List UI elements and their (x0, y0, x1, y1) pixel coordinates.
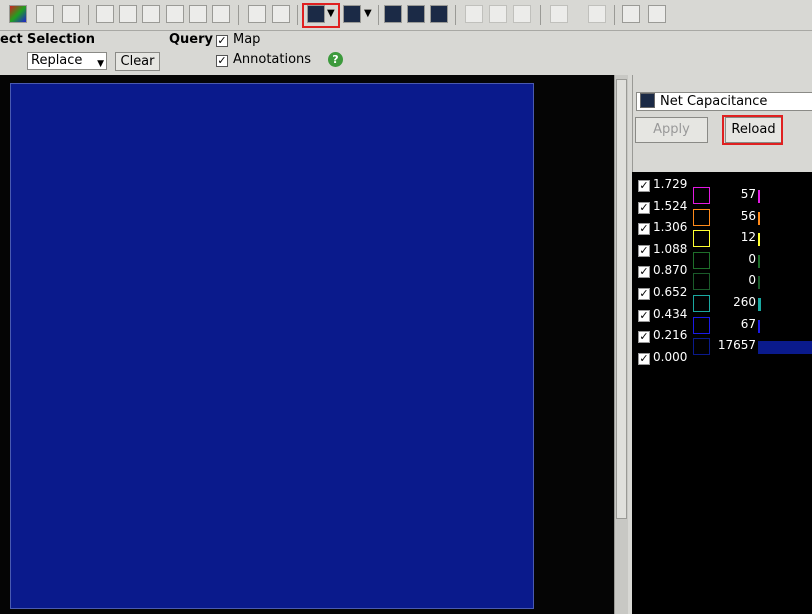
layout-canvas[interactable] (0, 75, 628, 614)
legend-row: ✓ 0.000 (632, 349, 812, 371)
zoom-5-icon[interactable] (189, 5, 207, 23)
map-label: Map (233, 32, 261, 47)
legend-row: ✓ 1.088 0 (632, 241, 812, 269)
toolbar-separator (455, 5, 456, 25)
layer-view-icon[interactable] (430, 5, 448, 23)
selection-mode-value: Replace (31, 53, 83, 68)
legend-row: ✓ 1.306 12 (632, 219, 812, 248)
move-down-icon[interactable] (465, 5, 483, 23)
zoom-2-icon[interactable] (119, 5, 137, 23)
redo-icon[interactable] (588, 5, 606, 23)
layer-color-icon[interactable] (407, 5, 425, 23)
move-up-icon[interactable] (489, 5, 507, 23)
legend-value: 0.000 (653, 349, 688, 364)
zoom-fit-icon[interactable] (96, 5, 114, 23)
tool-clear-icon[interactable] (648, 5, 666, 23)
query-label: Query (169, 32, 214, 47)
zoom-4-icon[interactable] (166, 5, 184, 23)
heatmap-legend: ✓ 1.729 57 ✓ 1.524 56 ✓ 1.306 12 ✓ 1.088 0 ✓ 0.870 0 ✓ 0… (632, 172, 812, 614)
color-map-icon[interactable] (9, 5, 27, 23)
toolbar-separator (297, 5, 298, 25)
undo-icon[interactable] (550, 5, 568, 23)
annotations-checkbox[interactable]: ✓ (216, 55, 228, 67)
map-checkbox[interactable]: ✓ (216, 35, 228, 47)
legend-checkbox[interactable]: ✓ (638, 223, 650, 236)
chevron-down-icon[interactable]: ▼ (327, 8, 335, 19)
toolbar-separator (614, 5, 615, 25)
heatmap-type-value: Net Capacitance (660, 94, 768, 109)
legend-value: 1.088 (653, 241, 688, 256)
net-view-icon[interactable] (343, 5, 361, 23)
legend-value: 1.729 (653, 177, 688, 191)
canvas-vertical-scrollbar[interactable] (614, 75, 628, 614)
legend-value: 1.524 (653, 198, 688, 213)
legend-checkbox[interactable]: ✓ (638, 201, 650, 214)
legend-row: ✓ 1.729 57 (632, 176, 812, 204)
clear-button[interactable]: Clear (115, 52, 160, 71)
legend-row: ✓ 0.870 0 (632, 262, 812, 291)
legend-checkbox[interactable]: ✓ (638, 331, 650, 344)
legend-checkbox[interactable]: ✓ (638, 288, 650, 300)
scrollbar-thumb[interactable] (616, 79, 627, 519)
legend-checkbox[interactable]: ✓ (638, 244, 650, 257)
layer-grid-icon[interactable] (384, 5, 402, 23)
zoom-6-icon[interactable] (212, 5, 230, 23)
selection-label: Selection (27, 32, 96, 47)
legend-value: 0.652 (653, 285, 688, 299)
legend-row: ✓ 1.524 56 (632, 198, 812, 226)
toolbar-separator (378, 5, 379, 25)
legend-row: ✓ 0.434 67 (632, 306, 812, 334)
legend-checkbox[interactable]: ✓ (638, 309, 650, 322)
toolbar-separator (540, 5, 541, 25)
apply-button[interactable]: Apply (635, 117, 708, 143)
chip-layout-heatmap[interactable] (10, 83, 534, 609)
toolbar-separator (238, 5, 239, 25)
legend-value: 0.434 (653, 306, 688, 321)
zoom-in-icon[interactable] (248, 5, 266, 23)
legend-value: 1.306 (653, 220, 688, 235)
waveform-icon[interactable] (622, 5, 640, 23)
legend-row: ✓ 0.652 260 (632, 284, 812, 312)
annotations-label: Annotations (233, 52, 312, 67)
legend-checkbox[interactable]: ✓ (638, 180, 650, 192)
chevron-down-icon[interactable]: ▼ (364, 8, 372, 19)
heatmap-select-icon[interactable] (307, 5, 325, 23)
chevron-down-icon: ▼ (97, 59, 104, 69)
settings-icon[interactable] (36, 5, 54, 23)
zoom-3-icon[interactable] (142, 5, 160, 23)
legend-checkbox[interactable]: ✓ (638, 352, 650, 365)
legend-row: ✓ 0.216 17657 (632, 327, 812, 356)
legend-value: 0.870 (653, 263, 688, 278)
filter-icon[interactable] (62, 5, 80, 23)
move-top-icon[interactable] (513, 5, 531, 23)
reload-highlight-box (722, 115, 783, 145)
heatmap-icon (640, 93, 655, 108)
legend-value: 0.216 (653, 328, 688, 343)
selection-options-bar: ect Selection Replace ▼ Clear Query ✓ Ma… (0, 30, 632, 74)
main-toolbar: ▼ ▼ (0, 0, 812, 31)
selection-mode-select[interactable]: Replace ▼ (27, 52, 107, 70)
select-label-partial: ect (0, 32, 23, 47)
heatmap-type-dropdown[interactable]: Net Capacitance (636, 92, 812, 111)
legend-checkbox[interactable]: ✓ (638, 266, 650, 279)
zoom-out-icon[interactable] (272, 5, 290, 23)
toolbar-separator (88, 5, 89, 25)
help-icon[interactable]: ? (328, 52, 343, 67)
